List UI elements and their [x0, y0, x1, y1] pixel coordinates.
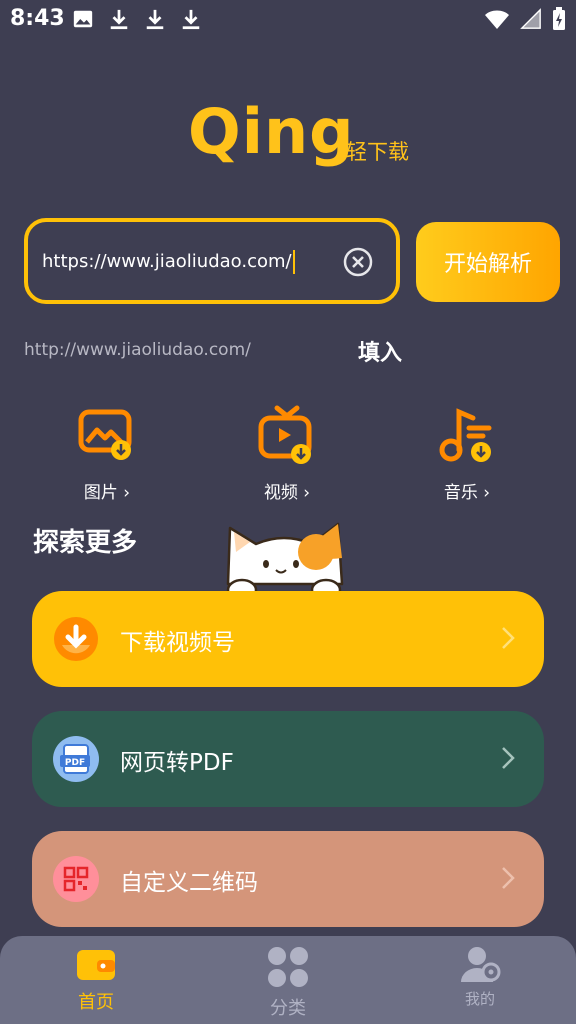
svg-text:PDF: PDF — [65, 758, 85, 768]
card-custom-qr-label: 自定义二维码 — [120, 870, 258, 896]
parse-button[interactable]: 开始解析 — [416, 222, 560, 302]
logo-wordmark: Qing — [188, 95, 355, 168]
category-music[interactable]: 音乐 › — [412, 404, 522, 503]
card-web-to-pdf[interactable]: PDF 网页转PDF — [32, 711, 544, 807]
card-download-video[interactable]: 下载视频号 — [32, 591, 544, 687]
video-download-icon — [258, 405, 312, 464]
pdf-icon: PDF — [53, 736, 99, 782]
category-video[interactable]: 视频 › — [232, 404, 342, 503]
qr-code-icon — [53, 856, 99, 902]
image-download-icon — [78, 409, 132, 460]
download-icon — [110, 9, 128, 30]
clear-icon[interactable] — [342, 246, 374, 278]
download-circle-icon — [54, 617, 98, 661]
wallet-icon — [77, 950, 115, 980]
text-caret — [292, 250, 295, 274]
download-icon — [146, 9, 164, 30]
status-time: 8:43 — [10, 6, 65, 31]
nav-category[interactable]: 分类 — [218, 944, 358, 1020]
card-download-video-label: 下载视频号 — [120, 630, 235, 656]
card-custom-qr[interactable]: 自定义二维码 — [32, 831, 544, 927]
signal-icon — [520, 8, 541, 29]
url-input-value[interactable]: https://www.jiaoliudao.com/ — [42, 251, 292, 272]
url-input[interactable]: https://www.jiaoliudao.com/ — [24, 218, 400, 304]
card-web-to-pdf-label: 网页转PDF — [120, 750, 234, 776]
chevron-right-icon — [502, 627, 515, 649]
grid-icon — [268, 947, 308, 987]
nav-category-label: 分类 — [270, 998, 306, 1019]
app-logo: Qing 轻下载 — [188, 92, 428, 176]
category-video-label[interactable]: 视频 — [264, 483, 298, 503]
nav-home[interactable]: 首页 — [26, 944, 166, 1014]
logo-subtitle: 轻下载 — [346, 140, 409, 164]
user-icon — [461, 947, 501, 982]
download-icon — [182, 9, 200, 30]
category-music-label[interactable]: 音乐 — [444, 483, 478, 503]
explore-title: 探索更多 — [33, 528, 138, 558]
image-icon — [73, 10, 93, 28]
chevron-right-icon — [502, 747, 515, 769]
battery-charging-icon — [553, 7, 565, 30]
nav-profile-label: 我的 — [464, 990, 495, 1008]
status-bar: 8:43 — [0, 0, 576, 40]
fill-button[interactable]: 填入 — [358, 335, 402, 367]
category-image[interactable]: 图片 › — [52, 404, 162, 503]
category-image-label[interactable]: 图片 — [84, 483, 118, 503]
clipboard-url: http://www.jiaoliudao.com/ — [24, 340, 251, 360]
chevron-right-icon — [502, 867, 515, 889]
nav-profile[interactable]: 我的 — [410, 944, 550, 1009]
bottom-nav: 首页 分类 我的 — [0, 936, 576, 1024]
music-download-icon — [439, 408, 492, 462]
wifi-icon — [485, 10, 509, 29]
nav-home-label: 首页 — [78, 992, 114, 1013]
